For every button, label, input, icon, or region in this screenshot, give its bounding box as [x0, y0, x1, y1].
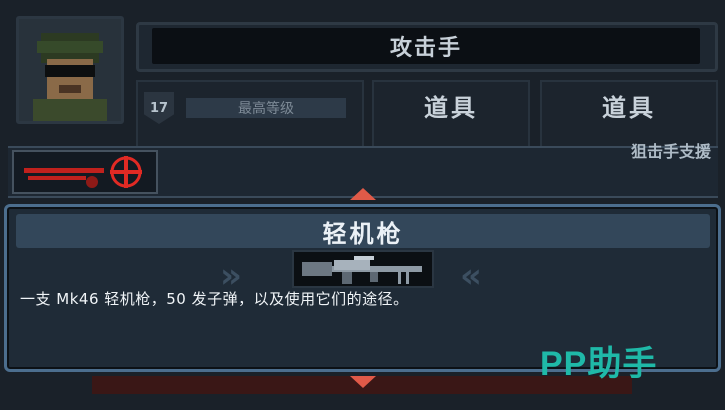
avatar[interactable]: [16, 16, 124, 124]
item-slot-label: 道具: [424, 94, 478, 122]
max-level-bar: 最高等级: [186, 98, 346, 118]
chevron-left-icon: «: [460, 256, 482, 296]
page-title: 攻击手: [152, 28, 700, 64]
soldier-portrait-icon: [19, 19, 121, 121]
machine-gun-icon: [302, 256, 422, 284]
weapon-slot-sniper[interactable]: [12, 150, 158, 194]
watermark: PP助手: [540, 345, 658, 383]
weapon-description: 一支 Mk46 轻机枪，50 发子弹，以及使用它们的途径。: [20, 290, 409, 308]
dialog-title: 轻机枪: [16, 214, 710, 248]
weapon-image: [292, 250, 434, 288]
sniper-support-label: 狙击手支援: [630, 142, 711, 161]
item-slot-label: 道具: [602, 94, 656, 122]
sniper-rifle-icon: [24, 156, 142, 188]
scroll-up-arrow-icon[interactable]: [350, 188, 376, 200]
item-slot-1[interactable]: 道具: [372, 80, 530, 150]
scroll-down-arrow-icon[interactable]: [350, 376, 376, 388]
